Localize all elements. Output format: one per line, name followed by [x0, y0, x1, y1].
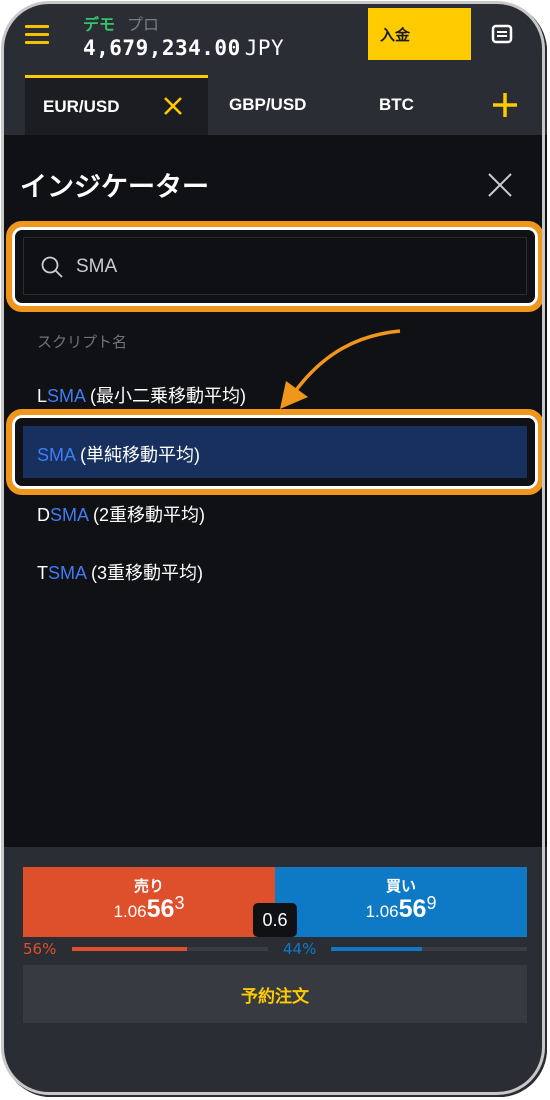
buy-price: 1.06569 — [275, 893, 527, 924]
account-mode: デモ プロ — [83, 11, 159, 35]
result-match: SMA — [50, 505, 89, 525]
limit-order-button[interactable]: 予約注文 — [23, 965, 527, 1023]
buy-label: 買い — [385, 877, 416, 895]
top-bar: デモ プロ 4,679,234.00 JPY 入金 — [3, 3, 547, 75]
sell-price: 1.06563 — [23, 893, 275, 924]
balance-currency: JPY — [244, 36, 285, 60]
result-name: (2重移動平均) — [88, 505, 206, 525]
sell-label: 売り — [133, 877, 164, 895]
spread-badge: 0.6 — [253, 903, 297, 937]
result-name: (3重移動平均) — [86, 563, 204, 583]
result-match: SMA — [47, 386, 86, 406]
buy-price-small: 1.06 — [365, 902, 399, 921]
tab-label: EUR/USD — [43, 96, 120, 116]
buy-price-sup: 9 — [426, 893, 437, 913]
result-item-lsma[interactable]: LSMA (最小二乗移動平均) — [37, 382, 246, 408]
close-icon[interactable] — [163, 96, 183, 116]
search-field[interactable] — [23, 237, 527, 295]
sell-price-big: 56 — [146, 895, 175, 923]
section-label: スクリプト名 — [37, 333, 128, 351]
buy-button[interactable]: 買い 1.06569 — [275, 867, 527, 937]
news-icon[interactable] — [491, 23, 513, 45]
buy-price-big: 56 — [398, 895, 427, 923]
result-item-sma[interactable]: SMA (単純移動平均) — [37, 441, 200, 467]
search-icon — [41, 256, 63, 278]
arrow-annotation — [280, 329, 401, 409]
tab-label: GBP/USD — [229, 95, 307, 114]
balance-value: 4,679,234.00 — [83, 36, 241, 60]
mode-pro-label: プロ — [127, 15, 160, 34]
account-balance: 4,679,234.00 JPY — [83, 36, 284, 60]
tab-btc[interactable]: BTC — [379, 75, 414, 135]
buy-sentiment-bar — [331, 947, 422, 951]
tab-eurusd[interactable]: EUR/USD — [25, 75, 208, 135]
tab-gbpusd[interactable]: GBP/USD — [229, 75, 306, 135]
indicator-panel: インジケーター スクリプト名 LSMA (最小二乗移動平均) SMA (単純移動… — [3, 135, 547, 847]
result-name: (最小二乗移動平均) — [85, 386, 247, 406]
result-prefix: T — [37, 563, 48, 583]
trade-panel: 売り 1.06563 買い 1.06569 0.6 56% 44% 予約注文 — [3, 847, 547, 1097]
tab-label: BTC — [379, 95, 414, 114]
result-prefix: L — [37, 386, 48, 406]
result-item-tsma[interactable]: TSMA (3重移動平均) — [37, 559, 203, 585]
sell-sentiment-pct: 56% — [23, 940, 57, 958]
mode-demo-label: デモ — [83, 15, 116, 34]
panel-title: インジケーター — [20, 172, 209, 203]
app-screen: デモ プロ 4,679,234.00 JPY 入金 EUR/USD GBP/USD … — [3, 3, 547, 1097]
result-prefix: D — [37, 505, 50, 525]
sell-price-sup: 3 — [174, 893, 185, 913]
close-icon[interactable] — [487, 172, 513, 198]
result-match: SMA — [48, 563, 87, 583]
tab-bar: EUR/USD GBP/USD BTC — [3, 75, 547, 135]
menu-icon[interactable] — [25, 25, 49, 45]
sell-sentiment-bar — [72, 947, 187, 951]
result-item-dsma[interactable]: DSMA (2重移動平均) — [37, 501, 205, 527]
buy-sentiment-pct: 44% — [283, 940, 317, 958]
result-match: SMA — [37, 445, 76, 465]
search-input[interactable] — [74, 248, 478, 286]
sell-price-small: 1.06 — [113, 902, 147, 921]
plus-icon[interactable] — [491, 91, 519, 119]
result-name: (単純移動平均) — [75, 445, 201, 465]
sell-button[interactable]: 売り 1.06563 — [23, 867, 275, 937]
deposit-button[interactable]: 入金 — [368, 8, 471, 60]
